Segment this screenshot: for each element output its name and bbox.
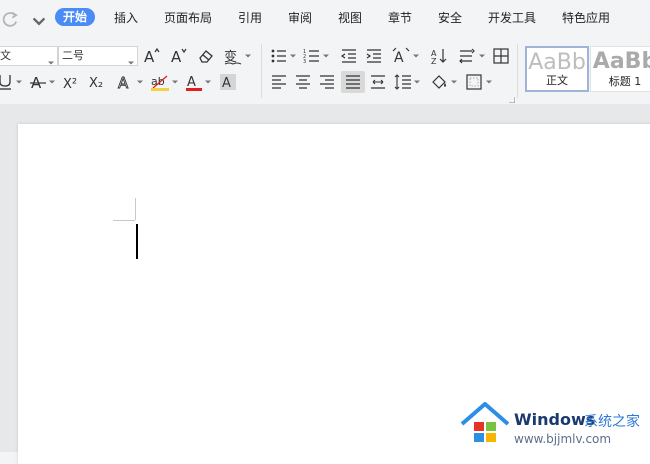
svg-text:A: A [171, 48, 182, 65]
svg-text:A: A [144, 48, 155, 65]
line-spacing-icon[interactable] [394, 73, 412, 91]
font-name-select[interactable]: 文 [0, 46, 58, 66]
document-workspace [0, 104, 650, 464]
underline-icon[interactable] [0, 73, 14, 91]
sort-icon[interactable]: AZ [430, 47, 448, 65]
align-left-icon[interactable] [270, 73, 288, 91]
increase-font-size-icon[interactable]: A [143, 47, 161, 65]
chevron-down-icon[interactable] [49, 79, 55, 85]
tab-page-layout[interactable]: 页面布局 [164, 10, 212, 26]
svg-text:3: 3 [303, 59, 306, 65]
chevron-down-icon[interactable] [205, 79, 211, 85]
ribbon-divider [261, 44, 262, 98]
house-logo-icon [460, 402, 510, 442]
decrease-font-size-icon[interactable]: A [170, 47, 188, 65]
paragraph-shading-icon[interactable] [430, 73, 448, 91]
tab-chapter[interactable]: 章节 [388, 10, 412, 26]
tab-references[interactable]: 引用 [238, 10, 262, 26]
chevron-down-icon[interactable] [323, 53, 329, 59]
superscript-icon[interactable]: X² [63, 73, 81, 91]
chevron-down-icon[interactable] [290, 53, 296, 59]
tab-security[interactable]: 安全 [438, 10, 462, 26]
text-cursor [136, 224, 138, 259]
line-spacing-paragraph-icon[interactable] [458, 47, 476, 65]
style-normal-label: 正文 [546, 74, 568, 87]
svg-text:Z: Z [431, 57, 437, 65]
strikethrough-icon[interactable]: A [29, 73, 47, 91]
font-size-value: 二号 [62, 49, 84, 62]
svg-text:A: A [187, 75, 196, 90]
watermark-url: www.bjjmlv.com [514, 432, 612, 446]
paragraph-settings-launcher-icon[interactable] [509, 97, 515, 103]
chevron-down-icon[interactable] [245, 53, 251, 59]
margin-marker [135, 198, 136, 220]
chevron-down-icon[interactable] [479, 53, 485, 59]
svg-text:A: A [118, 74, 129, 91]
font-color-icon[interactable]: A [185, 73, 203, 91]
special-characters-icon[interactable]: 变 [224, 47, 242, 65]
text-effects-icon[interactable]: A [117, 73, 135, 91]
highlight-glyph: ab [151, 75, 165, 88]
tab-review[interactable]: 审阅 [288, 10, 312, 26]
subscript-icon[interactable]: X₂ [89, 73, 107, 91]
justify-icon[interactable] [341, 71, 365, 93]
decrease-indent-icon[interactable] [340, 47, 358, 65]
numbering-icon[interactable]: 123 [303, 47, 321, 65]
chevron-down-icon[interactable] [486, 79, 492, 85]
svg-text:A: A [394, 50, 404, 65]
style-heading-1-preview: AaBb [592, 49, 650, 74]
align-center-icon[interactable] [294, 73, 312, 91]
style-heading-1-label: 标题 1 [608, 75, 642, 88]
chevron-down-icon [128, 54, 134, 65]
chevron-down-icon[interactable] [413, 53, 419, 59]
quick-access-dropdown-icon[interactable] [30, 13, 46, 26]
tab-developer[interactable]: 开发工具 [488, 10, 536, 26]
font-name-value: 文 [0, 49, 11, 62]
chevron-down-icon[interactable] [414, 79, 420, 85]
tab-insert[interactable]: 插入 [114, 10, 138, 26]
tab-special-apps[interactable]: 特色应用 [562, 10, 610, 26]
chevron-down-icon[interactable] [451, 79, 457, 85]
borders-icon[interactable] [465, 73, 483, 91]
tab-home[interactable]: 开始 [55, 8, 96, 26]
text-direction-icon[interactable]: A [392, 47, 410, 65]
font-size-select[interactable]: 二号 [58, 46, 138, 66]
bullets-icon[interactable] [270, 47, 288, 65]
style-heading-1[interactable]: AaBb 标题 1 [590, 46, 650, 92]
chevron-down-icon [48, 54, 54, 65]
watermark-site-name: 系统之家 [584, 414, 640, 430]
menu-bar: 开始 插入 页面布局 引用 审阅 视图 章节 安全 开发工具 特色应用 [0, 0, 650, 36]
special-characters-glyph: 变 [224, 49, 237, 65]
tab-view[interactable]: 视图 [338, 10, 362, 26]
chevron-down-icon[interactable] [172, 79, 178, 85]
character-shading-icon[interactable]: A [219, 73, 237, 91]
clear-formatting-icon[interactable] [197, 47, 215, 65]
redo-icon[interactable] [2, 10, 18, 27]
subscript-glyph: X₂ [89, 76, 103, 91]
highlight-icon[interactable]: ab [151, 73, 169, 91]
align-right-icon[interactable] [318, 73, 336, 91]
chevron-down-icon[interactable] [137, 79, 143, 85]
svg-text:A: A [222, 76, 231, 91]
style-normal[interactable]: AaBb 正文 [525, 46, 589, 92]
increase-indent-icon[interactable] [365, 47, 383, 65]
chevron-down-icon[interactable] [16, 79, 22, 85]
watermark: Windows 系统之家 www.bjjmlv.com [460, 402, 650, 450]
superscript-glyph: X² [63, 77, 77, 91]
margin-marker [113, 220, 135, 221]
table-grid-icon[interactable] [492, 47, 510, 65]
ribbon-divider [517, 44, 518, 98]
distributed-icon[interactable] [369, 73, 387, 91]
